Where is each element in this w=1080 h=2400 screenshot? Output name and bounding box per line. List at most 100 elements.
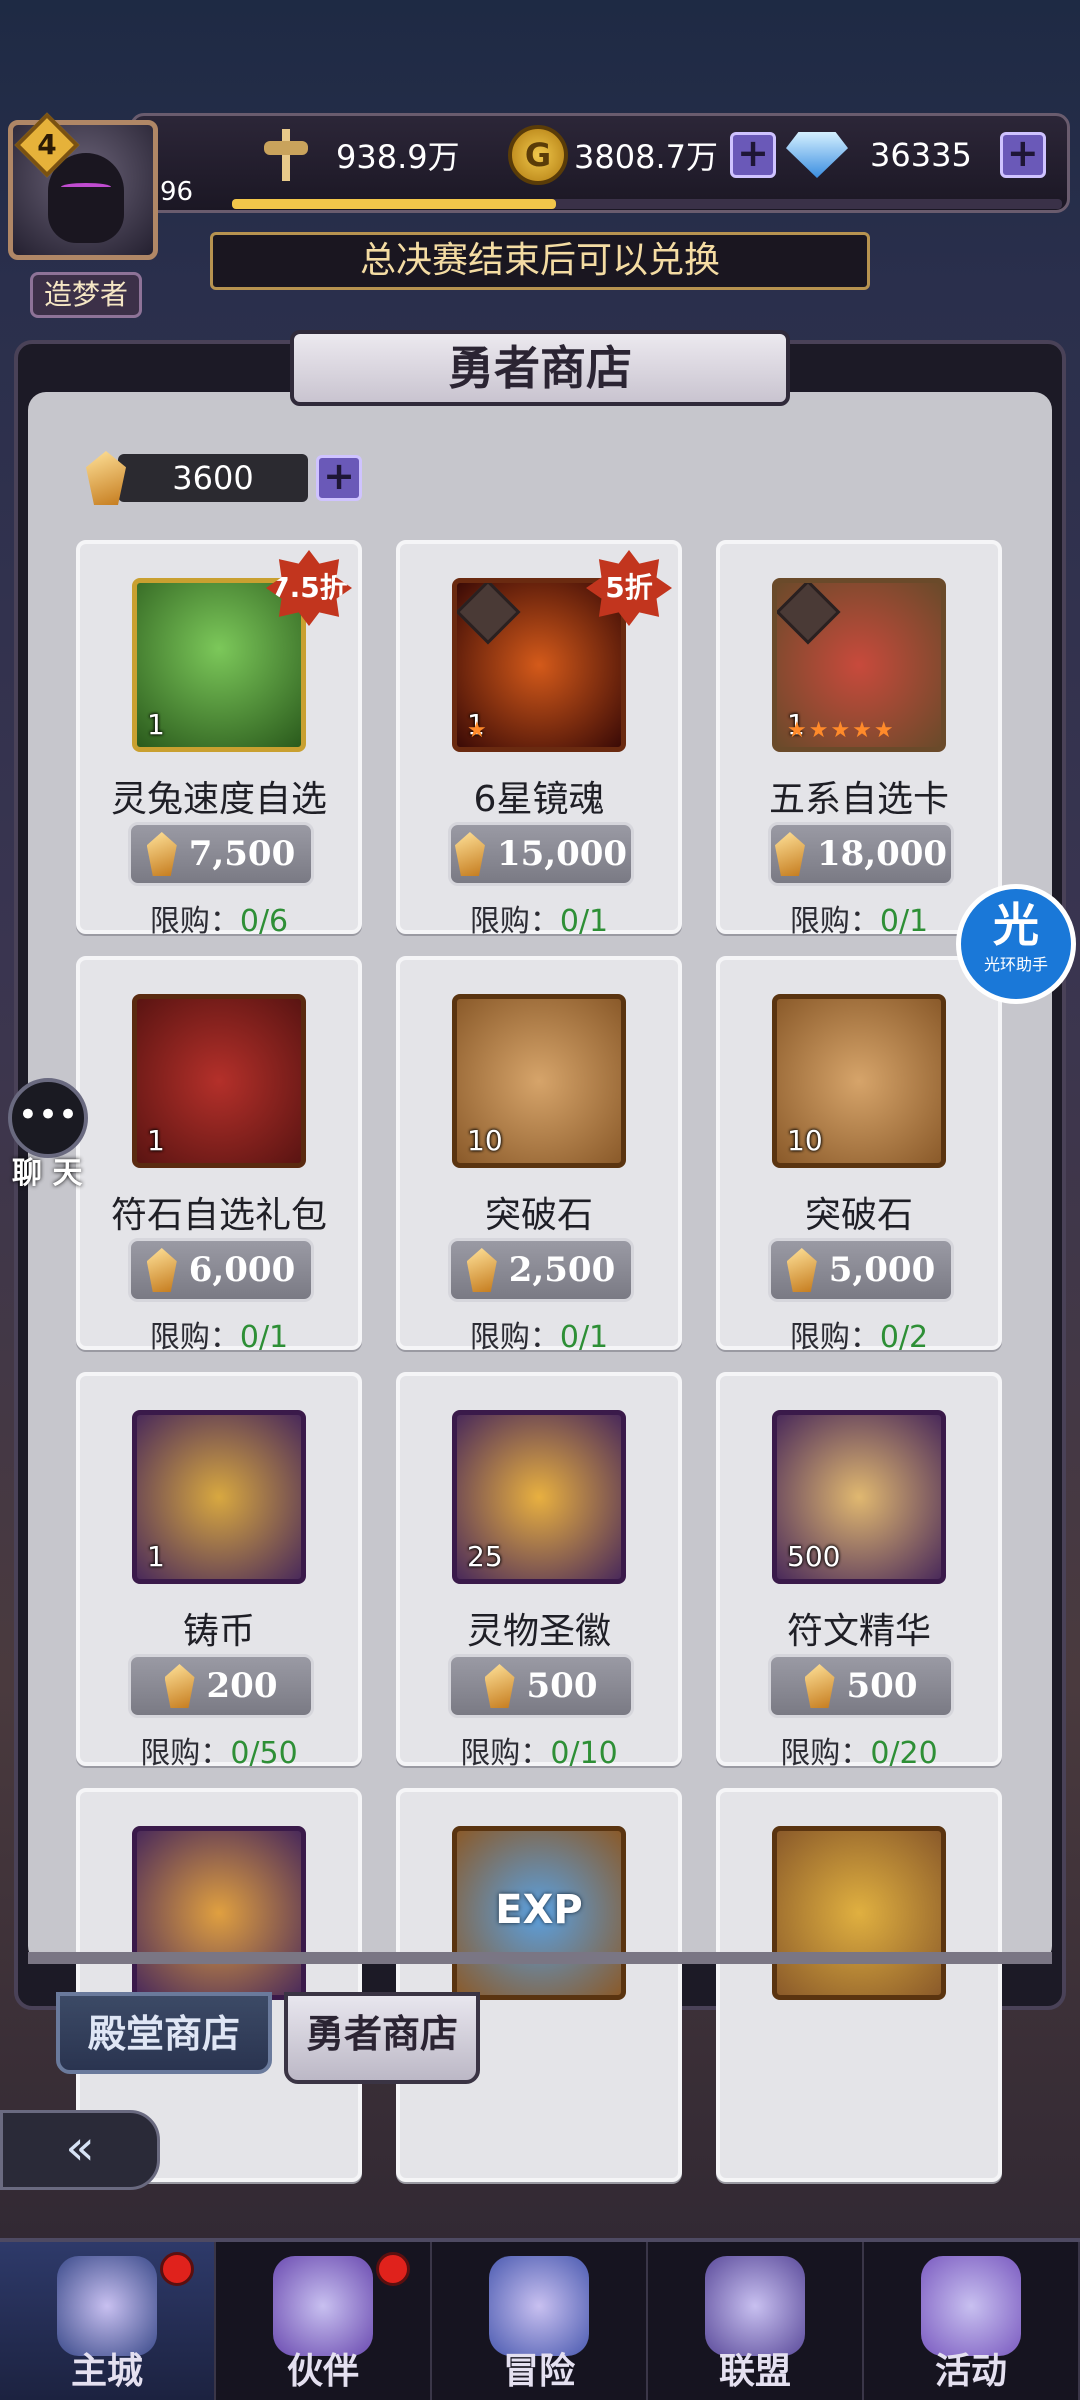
price-value: 6,000	[188, 1250, 296, 1290]
limit-label: 限购：	[149, 904, 240, 939]
nav-item[interactable]: 伙伴	[216, 2242, 432, 2400]
shop-item-icon: EXP	[452, 1826, 626, 2000]
buy-price-button[interactable]: 500	[768, 1654, 954, 1718]
shop-item-icon: 1 ★★★★★	[772, 578, 946, 752]
rarity-stars-icon: ★	[467, 718, 489, 743]
limit-count: 0/10	[550, 1736, 618, 1771]
price-crystal-icon	[786, 1248, 817, 1292]
shop-item-card[interactable]	[716, 1788, 1002, 2182]
buy-price-button[interactable]: 18,000	[768, 822, 954, 886]
limit-label: 限购：	[469, 904, 560, 939]
shop-item-icon: 1	[132, 1410, 306, 1584]
power-resource: 938.9万	[258, 129, 460, 181]
add-diamond-button[interactable]: +	[999, 132, 1046, 178]
diamond-icon	[786, 132, 848, 178]
price-value: 15,000	[496, 834, 628, 874]
panel-bottom-edge	[28, 1952, 1052, 1964]
limit-label: 限购：	[140, 1736, 231, 1771]
price-crystal-icon	[146, 1248, 177, 1292]
chat-label: 聊 天	[12, 1156, 83, 1191]
add-currency-button[interactable]: +	[316, 455, 362, 501]
nav-label: 活动	[934, 2350, 1007, 2392]
price-crystal-icon	[164, 1664, 195, 1708]
price-value: 500	[526, 1666, 598, 1706]
tab-hall-shop[interactable]: 殿堂商店	[56, 1992, 272, 2074]
purchase-limit: 限购：0/10	[400, 1728, 678, 1772]
shop-item-card[interactable]: 25 灵物圣徽 500 限购：0/10	[396, 1372, 682, 1771]
shop-item-icon: 1	[132, 994, 306, 1168]
nav-label: 冒险	[502, 2350, 575, 2392]
shop-item-card[interactable]: 1 7.5折 灵兔速度自选 7,500 限购：0/6	[76, 540, 362, 939]
price-crystal-icon	[774, 832, 805, 876]
buy-price-button[interactable]: 200	[128, 1654, 314, 1718]
gold-coin-icon: G	[508, 125, 568, 185]
add-gold-button[interactable]: +	[729, 132, 776, 178]
shop-item-icon: 1 ★	[452, 578, 626, 752]
star-frame-icon	[457, 583, 521, 645]
purchase-limit: 限购：0/2	[720, 1312, 998, 1356]
limit-count: 0/1	[879, 904, 929, 939]
shop-item-card[interactable]: EXP	[396, 1788, 682, 2182]
exp-progress-fill	[232, 199, 556, 209]
shop-item-card[interactable]: 1 ★★★★★ 五系自选卡 18,000 限购：0/1	[716, 540, 1002, 939]
shop-item-icon	[132, 1826, 306, 2000]
player-level: 4	[37, 128, 57, 161]
buy-price-button[interactable]: 2,500	[448, 1238, 634, 1302]
shop-item-icon: 500	[772, 1410, 946, 1584]
shop-item-card[interactable]: 1 铸币 200 限购：0/50	[76, 1372, 362, 1771]
item-quantity: 500	[787, 1540, 841, 1573]
shop-item-icon	[772, 1826, 946, 2000]
nav-icon	[921, 2256, 1021, 2356]
buy-price-button[interactable]: 15,000	[448, 822, 634, 886]
back-button[interactable]: «	[0, 2110, 160, 2190]
shop-item-card[interactable]: 1 符石自选礼包 6,000 限购：0/1	[76, 956, 362, 1355]
buy-price-button[interactable]: 7,500	[128, 822, 314, 886]
buy-price-button[interactable]: 6,000	[128, 1238, 314, 1302]
limit-label: 限购：	[789, 904, 880, 939]
assistant-floating-button[interactable]: 光 光环助手	[956, 884, 1076, 1004]
chat-bubble-icon: •••	[8, 1078, 88, 1158]
power-value: 938.9万	[336, 138, 460, 176]
shop-item-icon: 1	[132, 578, 306, 752]
limit-count: 0/2	[879, 1320, 929, 1355]
item-name: 灵兔速度自选	[110, 779, 327, 820]
limit-count: 0/20	[870, 1736, 938, 1771]
nav-item[interactable]: 主城	[0, 2242, 216, 2400]
shop-item-card[interactable]: 1 ★ 5折 6星镜魂 15,000 限购：0/1	[396, 540, 682, 939]
nav-label: 伙伴	[286, 2350, 359, 2392]
nav-item[interactable]: 活动	[864, 2242, 1080, 2400]
buy-price-button[interactable]: 5,000	[768, 1238, 954, 1302]
notification-dot	[160, 2252, 194, 2286]
limit-label: 限购：	[780, 1736, 871, 1771]
limit-label: 限购：	[469, 1320, 560, 1355]
shop-item-card[interactable]: 10 突破石 5,000 限购：0/2	[716, 956, 1002, 1355]
chat-button[interactable]: ••• 聊 天	[8, 1078, 98, 1191]
item-name: 突破石	[484, 1195, 593, 1236]
gold-resource: G 3808.7万 +	[508, 125, 776, 185]
avatar-eyes	[61, 183, 111, 191]
nav-icon	[57, 2256, 157, 2356]
shop-title: 勇者商店	[290, 330, 790, 406]
shop-item-card[interactable]: 10 突破石 2,500 限购：0/1	[396, 956, 682, 1355]
diamond-resource: 36335 +	[786, 130, 1046, 180]
notification-dot	[376, 2252, 410, 2286]
price-value: 18,000	[816, 834, 948, 874]
tab-hero-shop[interactable]: 勇者商店	[284, 1992, 480, 2084]
player-exp-value: 96	[160, 177, 194, 207]
limit-count: 0/1	[559, 904, 609, 939]
price-value: 5,000	[828, 1250, 936, 1290]
buy-price-button[interactable]: 500	[448, 1654, 634, 1718]
item-quantity: 1	[147, 708, 165, 741]
nav-item[interactable]: 冒险	[432, 2242, 648, 2400]
purchase-limit: 限购：0/1	[400, 896, 678, 940]
item-quantity: 25	[467, 1540, 503, 1573]
item-name: 符文精华	[786, 1611, 931, 1652]
shop-item-card[interactable]: 500 符文精华 500 限购：0/20	[716, 1372, 1002, 1771]
item-name: 五系自选卡	[768, 779, 949, 820]
price-crystal-icon	[804, 1664, 835, 1708]
purchase-limit: 限购：0/6	[80, 896, 358, 940]
nav-icon	[273, 2256, 373, 2356]
shop-item-icon: 25	[452, 1410, 626, 1584]
item-name: 灵物圣徽	[466, 1611, 611, 1652]
nav-item[interactable]: 联盟	[648, 2242, 864, 2400]
